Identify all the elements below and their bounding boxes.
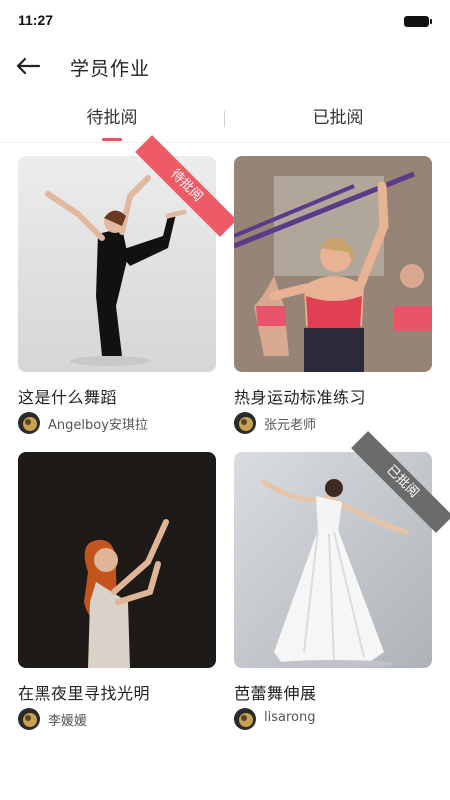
author-name: Angelboy安琪拉	[48, 418, 148, 433]
arrow-left-icon	[16, 57, 41, 75]
author-name: 李媛媛	[48, 714, 88, 729]
tab-bar: 待批阅 已批阅	[0, 100, 450, 142]
avatar	[18, 412, 40, 434]
work-photo	[234, 156, 432, 372]
status-bar: 11:27	[0, 0, 450, 44]
tab-reviewed[interactable]: 已批阅	[238, 100, 438, 142]
nav-bar: 学员作业	[0, 44, 450, 88]
avatar	[18, 708, 40, 730]
work-title: 这是什么舞蹈	[18, 388, 118, 407]
avatar	[234, 708, 256, 730]
work-photo	[18, 452, 216, 668]
work-title: 芭蕾舞伸展	[234, 684, 317, 703]
battery-icon	[404, 16, 432, 27]
divider	[0, 142, 450, 143]
page-title: 学员作业	[70, 58, 151, 80]
tab-active-indicator	[102, 138, 122, 141]
author-name: lisarong	[264, 710, 316, 725]
back-button[interactable]	[14, 52, 42, 80]
tab-divider	[224, 111, 225, 127]
status-time: 11:27	[18, 12, 54, 28]
work-title: 热身运动标准练习	[234, 388, 367, 407]
author-name: 张元老师	[264, 418, 317, 433]
work-title: 在黑夜里寻找光明	[18, 684, 151, 703]
avatar	[234, 412, 256, 434]
tab-pending-review[interactable]: 待批阅	[12, 100, 212, 142]
